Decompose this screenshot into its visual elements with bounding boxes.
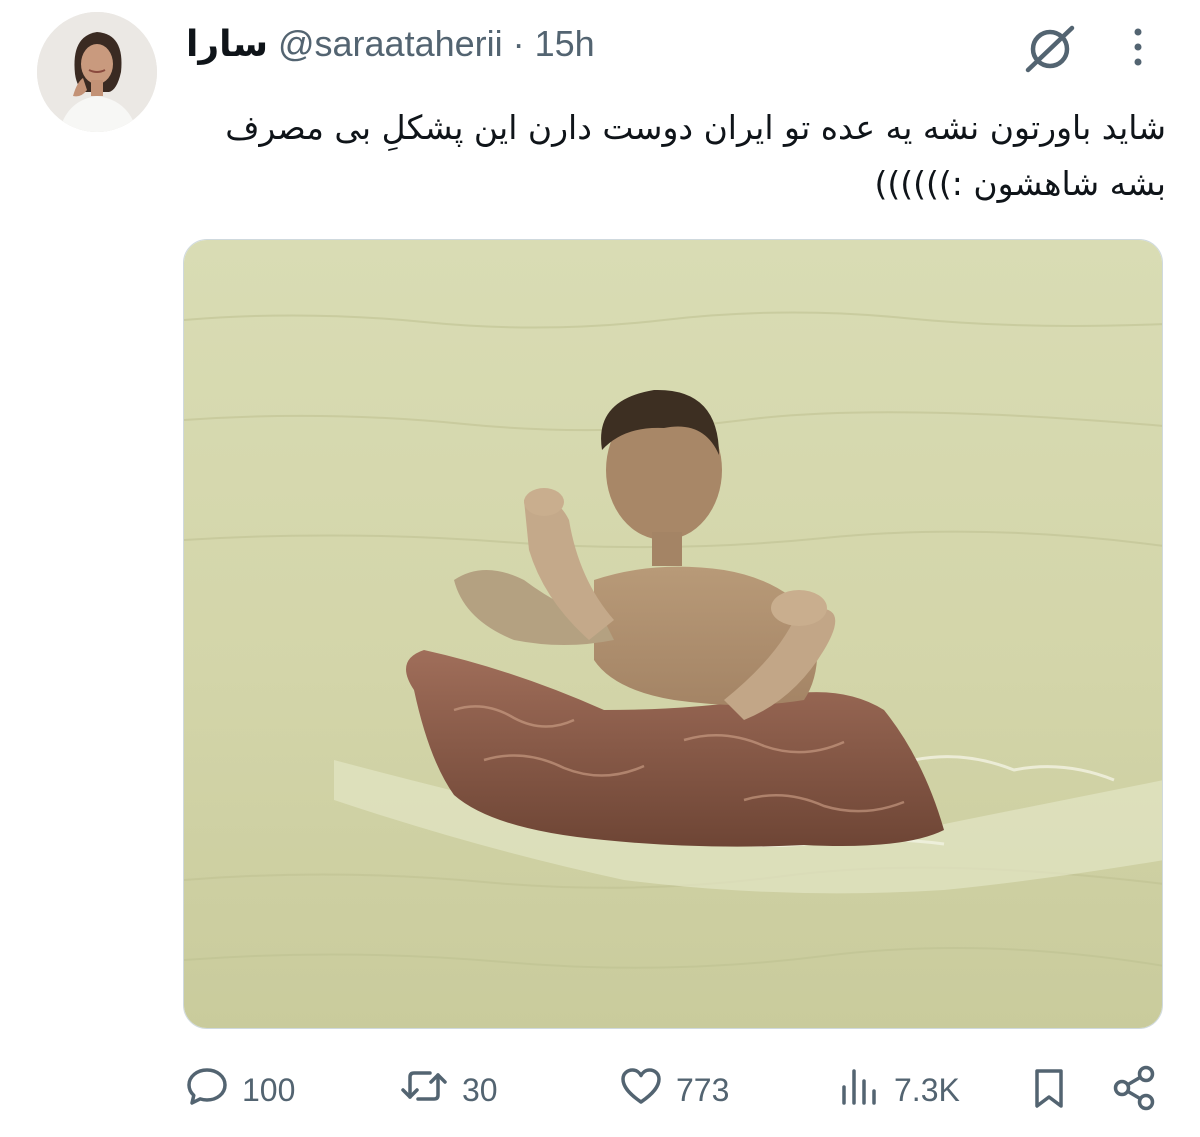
grok-icon[interactable]: [1022, 20, 1078, 76]
bookmark-icon: [1026, 1065, 1072, 1116]
bookmark-button[interactable]: [1026, 1060, 1072, 1120]
tweet-actions: 100 30 773 7.3K: [0, 1060, 1200, 1120]
tweet-text-line-1: شاید باورتون نشه یه عده تو ایران دوست دا…: [225, 108, 1166, 147]
timestamp[interactable]: 15h: [535, 23, 595, 65]
more-vertical-icon[interactable]: [1120, 22, 1156, 72]
like-count: 773: [676, 1071, 730, 1108]
views-chart-icon: [836, 1063, 882, 1117]
views-count: 7.3K: [894, 1071, 960, 1108]
views-button[interactable]: 7.3K: [836, 1060, 960, 1120]
tweet-header: سارا @saraataherii · 15h: [186, 22, 595, 66]
reply-button[interactable]: 100: [184, 1060, 295, 1120]
heart-icon: [618, 1063, 664, 1117]
share-icon: [1110, 1063, 1160, 1118]
tweet-text-line-2: بشه شاهشون :)))))): [874, 164, 1167, 203]
retweet-button[interactable]: 30: [398, 1060, 498, 1120]
like-button[interactable]: 773: [618, 1060, 729, 1120]
retweet-icon: [398, 1063, 450, 1117]
share-button[interactable]: [1110, 1060, 1160, 1120]
tweet-photo[interactable]: [183, 239, 1163, 1029]
display-name[interactable]: سارا: [186, 23, 268, 65]
reply-count: 100: [242, 1071, 296, 1108]
avatar[interactable]: [37, 12, 157, 132]
avatar-image: [37, 12, 157, 132]
tweet-text: شاید باورتون نشه یه عده تو ایران دوست دا…: [186, 100, 1166, 212]
separator-dot: ·: [512, 23, 525, 64]
retweet-count: 30: [462, 1071, 498, 1108]
user-handle[interactable]: @saraataherii: [278, 23, 503, 65]
reply-icon: [184, 1063, 230, 1117]
